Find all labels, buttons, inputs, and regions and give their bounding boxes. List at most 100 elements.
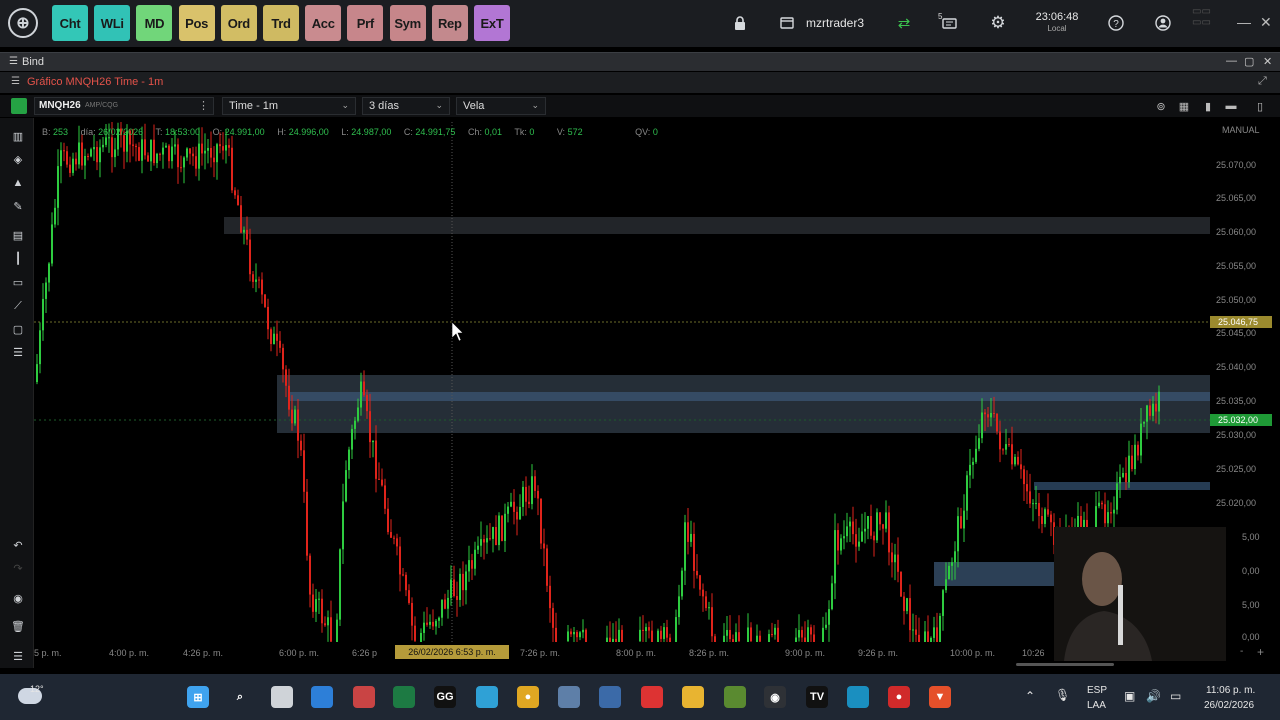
zoom-out-icon[interactable]: - <box>1240 646 1243 657</box>
help-icon[interactable]: ? <box>1105 12 1127 34</box>
nav-button-pos[interactable]: Pos <box>178 5 215 41</box>
candle-body <box>1026 484 1028 492</box>
nav-button-sym[interactable]: Sym <box>389 5 426 41</box>
grid-icon[interactable]: ▦ <box>1177 99 1191 113</box>
bell-icon[interactable]: ▮ <box>1201 99 1215 113</box>
candle-body <box>249 239 251 275</box>
microphone-icon[interactable]: 🎙 <box>1055 688 1070 702</box>
lock-icon[interactable] <box>729 12 751 34</box>
nav-button-md[interactable]: MD <box>136 5 173 41</box>
menu-icon[interactable]: ☰ <box>9 56 18 67</box>
nav-button-ext[interactable]: ExT <box>474 5 510 41</box>
language-bottom[interactable]: LAA <box>1087 700 1106 711</box>
candle-body <box>228 145 230 148</box>
taskbar-clock-time[interactable]: 11:06 p. m. <box>1206 685 1255 696</box>
task-view-icon[interactable] <box>271 686 293 708</box>
nav-button-prf[interactable]: Prf <box>347 5 384 41</box>
range-dropdown[interactable]: 3 días ⌄ <box>362 97 450 115</box>
nav-button-rep[interactable]: Rep <box>431 5 468 41</box>
taskbar-clock-date[interactable]: 26/02/2026 <box>1204 700 1254 711</box>
layout-grid-icon[interactable]: ▭▭ ▭▭ <box>1192 6 1211 28</box>
app-icon[interactable] <box>353 686 375 708</box>
candle-body <box>657 630 659 642</box>
camera-icon[interactable] <box>558 686 580 708</box>
trash-icon[interactable]: 🗑 <box>10 618 26 634</box>
language-top[interactable]: ESP <box>1087 685 1107 696</box>
candle-body <box>147 155 149 162</box>
brave-icon[interactable]: ▼ <box>929 686 951 708</box>
timeframe-dropdown[interactable]: Time - 1m ⌄ <box>222 97 356 115</box>
gear-icon[interactable]: ⚙ <box>987 12 1009 34</box>
price-axis-mode[interactable]: MANUAL <box>1222 125 1260 135</box>
windows-start-icon[interactable]: ⊞ <box>187 686 209 708</box>
price-chart[interactable] <box>34 122 1210 642</box>
ohlc-readout: B: 253 día: 26/02/2026 T: 18:53:00 O: 24… <box>42 127 658 137</box>
minimize-icon[interactable]: — <box>1226 55 1237 67</box>
volume-icon[interactable]: 🔊 <box>1146 689 1161 703</box>
menu-icon[interactable]: ☰ <box>10 648 26 664</box>
close-icon[interactable]: ✕ <box>1263 55 1272 68</box>
alert-bell-icon[interactable]: ▲ <box>10 175 26 191</box>
eye-icon[interactable]: ◉ <box>10 590 26 606</box>
calculator-icon[interactable] <box>599 686 621 708</box>
link-color-button[interactable] <box>11 98 27 114</box>
trading-platform-icon[interactable] <box>847 686 869 708</box>
weather-temp[interactable]: 12° <box>30 684 44 694</box>
indicators-icon[interactable]: ▥ <box>10 128 26 144</box>
pencil-icon[interactable]: ✎ <box>10 198 26 214</box>
obs-icon[interactable]: ◉ <box>764 686 786 708</box>
connection-arrows-icon[interactable]: ⇄ <box>893 12 915 34</box>
app-logo-icon[interactable]: ⊕ <box>8 8 38 38</box>
app-icon[interactable] <box>724 686 746 708</box>
undo-icon[interactable]: ↶ <box>10 537 26 553</box>
zoom-icon[interactable]: ⊚ <box>1154 99 1168 113</box>
redo-icon[interactable]: ↷ <box>10 560 26 576</box>
candle-body <box>768 634 770 642</box>
list-icon[interactable]: ☰ <box>10 344 26 360</box>
vertical-line-icon[interactable]: ┃ <box>10 250 26 266</box>
rectangle-icon[interactable]: ▢ <box>10 321 26 337</box>
nav-button-trd[interactable]: Trd <box>263 5 299 41</box>
candle-body <box>177 144 179 168</box>
print-icon[interactable]: ▤ <box>10 227 26 243</box>
chart-style-dropdown[interactable]: Vela ⌄ <box>456 97 546 115</box>
horizontal-line-icon[interactable]: ▭ <box>10 274 26 290</box>
nav-button-ord[interactable]: Ord <box>220 5 257 41</box>
candle-body <box>771 634 773 636</box>
chrome-icon[interactable]: ● <box>517 686 539 708</box>
minimize-icon[interactable]: — <box>1237 14 1251 30</box>
account-icon[interactable] <box>776 12 798 34</box>
pdf-icon[interactable] <box>641 686 663 708</box>
nav-button-cht[interactable]: Cht <box>52 5 88 41</box>
app-icon[interactable]: ● <box>888 686 910 708</box>
tradingview-icon[interactable]: TV <box>806 686 828 708</box>
horizontal-scrollbar[interactable] <box>1016 663 1114 666</box>
maximize-icon[interactable]: ▢ <box>1244 55 1254 68</box>
menu-icon[interactable]: ☰ <box>11 76 20 87</box>
expand-icon[interactable]: ⤢ <box>1258 75 1267 88</box>
excel-icon[interactable] <box>393 686 415 708</box>
candle-body <box>1134 444 1136 470</box>
network-icon[interactable]: ▣ <box>1124 689 1135 703</box>
layers-icon[interactable]: ◈ <box>10 151 26 167</box>
more-options-icon[interactable]: ⋮ <box>198 99 209 112</box>
close-icon[interactable]: ✕ <box>1260 14 1272 31</box>
nav-button-wli[interactable]: WLi <box>94 5 131 41</box>
store-icon[interactable] <box>311 686 333 708</box>
battery-icon[interactable]: ▭ <box>1170 689 1181 703</box>
candlestick-plot[interactable] <box>34 122 1210 642</box>
gg-app-icon[interactable]: GG <box>434 686 456 708</box>
panel-icon[interactable]: ▬ <box>1224 99 1238 113</box>
ohlc-close: 24.991,75 <box>415 127 456 137</box>
sidebar-toggle-icon[interactable]: ▯ <box>1253 99 1267 113</box>
zoom-in-icon[interactable]: + <box>1257 645 1264 659</box>
symbol-selector[interactable]: MNQH26 AMP/CQG ⋮ <box>34 97 214 115</box>
nav-button-acc[interactable]: Acc <box>305 5 342 41</box>
tray-expand-icon[interactable]: ⌃ <box>1025 689 1035 703</box>
username-label[interactable]: mzrtrader3 <box>806 16 864 30</box>
user-profile-icon[interactable] <box>1152 12 1174 34</box>
search-icon[interactable]: ⌕ <box>229 686 251 708</box>
file-explorer-icon[interactable] <box>682 686 704 708</box>
trendline-icon[interactable]: ⟋ <box>10 298 26 314</box>
app-icon[interactable] <box>476 686 498 708</box>
